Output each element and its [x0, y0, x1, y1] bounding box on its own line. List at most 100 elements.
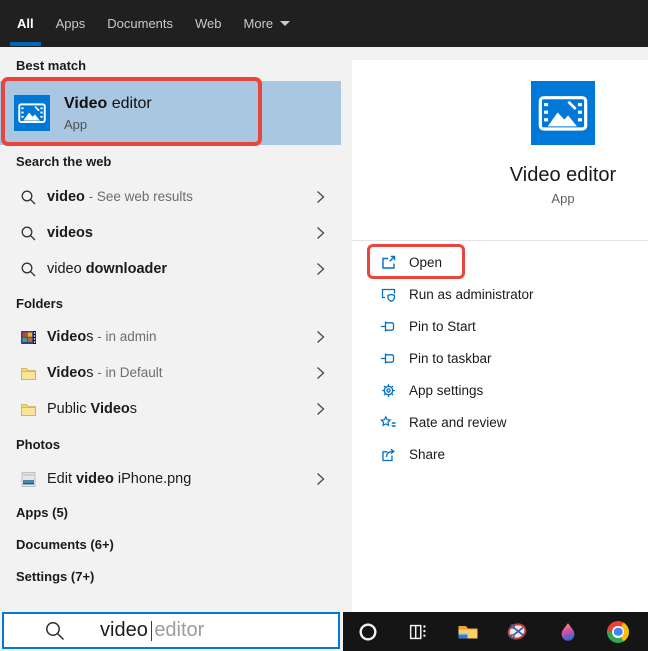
best-match-title-bold: Video: [64, 94, 108, 112]
chevron-right-icon[interactable]: [316, 226, 325, 240]
pin-icon: [380, 350, 397, 367]
text-bold: Video: [47, 329, 87, 345]
action-rate-and-review[interactable]: Rate and review: [352, 406, 648, 438]
preview-app-type: App: [551, 191, 575, 206]
cortana-icon[interactable]: [356, 620, 380, 644]
chevron-down-icon: [280, 21, 291, 26]
search-inline-suggestion: editor: [154, 619, 205, 641]
search-icon: [20, 225, 37, 242]
search-query-text: video: [100, 619, 148, 641]
section-header-documents[interactable]: Documents (6+): [16, 537, 114, 553]
action-label: Share: [409, 446, 446, 462]
folder-icon: [20, 401, 37, 418]
search-icon: [20, 189, 37, 206]
section-header-photos: Photos: [16, 437, 61, 452]
photo-result-edit-video-iphone[interactable]: Edit video iPhone.png: [0, 461, 341, 497]
tab-apps[interactable]: Apps: [45, 0, 97, 47]
folder-result-videos-default[interactable]: Videos - in Default: [0, 355, 341, 391]
folder-result-videos-admin[interactable]: Videos - in admin: [0, 319, 341, 355]
text-bold: videos: [47, 225, 93, 241]
section-header-apps[interactable]: Apps (5): [16, 505, 68, 521]
search-icon: [20, 261, 37, 278]
task-view-icon[interactable]: [406, 620, 430, 644]
search-icon: [44, 620, 66, 642]
text-rest: iPhone.png: [113, 471, 192, 487]
folder-result-text: Videos - in Default: [47, 365, 163, 381]
action-pin-to-start[interactable]: Pin to Start: [352, 310, 648, 342]
best-match-title: Video editor: [64, 95, 152, 113]
chevron-right-icon[interactable]: [316, 402, 325, 416]
best-match-title-rest: editor: [107, 94, 152, 112]
shield-window-icon: [380, 286, 397, 303]
chevron-right-icon[interactable]: [316, 262, 325, 276]
video-editor-app-icon-large: [531, 81, 595, 145]
tab-documents-label: Documents: [107, 16, 174, 31]
tab-apps-label: Apps: [55, 16, 86, 31]
folder-result-public-videos[interactable]: Public Videos: [0, 391, 341, 427]
tab-web-label: Web: [195, 16, 222, 31]
chevron-right-icon[interactable]: [316, 366, 325, 380]
action-open[interactable]: Open: [352, 246, 648, 278]
chrome-icon[interactable]: [606, 620, 630, 644]
web-suggestion-video-downloader[interactable]: video downloader: [0, 251, 341, 287]
web-suggestion-videos[interactable]: videos: [0, 215, 341, 251]
taskbar: [343, 612, 648, 651]
tab-more[interactable]: More: [233, 0, 302, 47]
photo-result-text: Edit video iPhone.png: [47, 471, 191, 487]
text-bold: downloader: [85, 261, 168, 277]
folder-icon: [20, 365, 37, 382]
text-meta: - in Default: [93, 365, 163, 380]
text-bold: video: [76, 471, 114, 487]
tab-all[interactable]: All: [6, 0, 45, 47]
search-filter-tabbar: All Apps Documents Web More: [0, 0, 648, 47]
action-app-settings[interactable]: App settings: [352, 374, 648, 406]
chevron-right-icon[interactable]: [316, 330, 325, 344]
section-header-search-the-web: Search the web: [16, 154, 112, 169]
image-thumbnail-icon: [20, 471, 37, 488]
action-label: Open: [409, 254, 443, 270]
text-cursor: [150, 620, 153, 641]
preview-app-name: Video editor: [509, 164, 617, 186]
tab-documents[interactable]: Documents: [96, 0, 184, 47]
share-icon: [380, 446, 397, 463]
folder-result-text: Public Videos: [47, 401, 137, 417]
best-match-text: Video editor App: [64, 95, 152, 132]
text-pre: video: [47, 261, 86, 277]
preview-app-icon-wrap: [531, 81, 595, 145]
action-label: App settings: [409, 382, 484, 398]
text-bold: Video: [47, 365, 87, 381]
chevron-right-icon[interactable]: [316, 472, 325, 486]
text-bold: video: [47, 189, 85, 205]
video-editor-app-icon: [14, 95, 50, 131]
text-bold: Video: [90, 401, 130, 417]
action-share[interactable]: Share: [352, 438, 648, 470]
text-rest: s: [129, 401, 137, 417]
tab-more-label: More: [243, 16, 274, 31]
action-pin-to-taskbar[interactable]: Pin to taskbar: [352, 342, 648, 374]
section-header-settings[interactable]: Settings (7+): [16, 569, 94, 585]
action-label: Pin to taskbar: [409, 350, 492, 366]
search-input[interactable]: video editor: [2, 612, 340, 649]
chevron-right-icon[interactable]: [316, 190, 325, 204]
paint-3d-icon[interactable]: [556, 620, 580, 644]
best-match-subtitle: App: [64, 116, 88, 132]
tab-web[interactable]: Web: [184, 0, 233, 47]
web-suggestion-text: videos: [47, 225, 93, 241]
action-run-as-administrator[interactable]: Run as administrator: [352, 278, 648, 310]
section-header-folders: Folders: [16, 296, 63, 311]
divider: [352, 240, 648, 241]
best-match-result-video-editor[interactable]: Video editor App: [0, 81, 341, 145]
web-suggestion-video[interactable]: video - See web results: [0, 179, 341, 215]
web-suggestion-text: video downloader: [47, 261, 167, 277]
snip-sketch-icon[interactable]: [506, 620, 530, 644]
pin-icon: [380, 318, 397, 335]
action-label: Pin to Start: [409, 318, 476, 334]
file-explorer-icon[interactable]: [456, 620, 480, 644]
action-label: Run as administrator: [409, 286, 534, 302]
text-meta: - in admin: [93, 329, 157, 344]
action-label: Rate and review: [409, 414, 507, 430]
preview-card: Video editor App Open Run as administrat…: [352, 60, 648, 612]
text-pre: Public: [47, 401, 91, 417]
web-suggestion-text: video - See web results: [47, 189, 193, 205]
rate-star-icon: [380, 414, 397, 431]
